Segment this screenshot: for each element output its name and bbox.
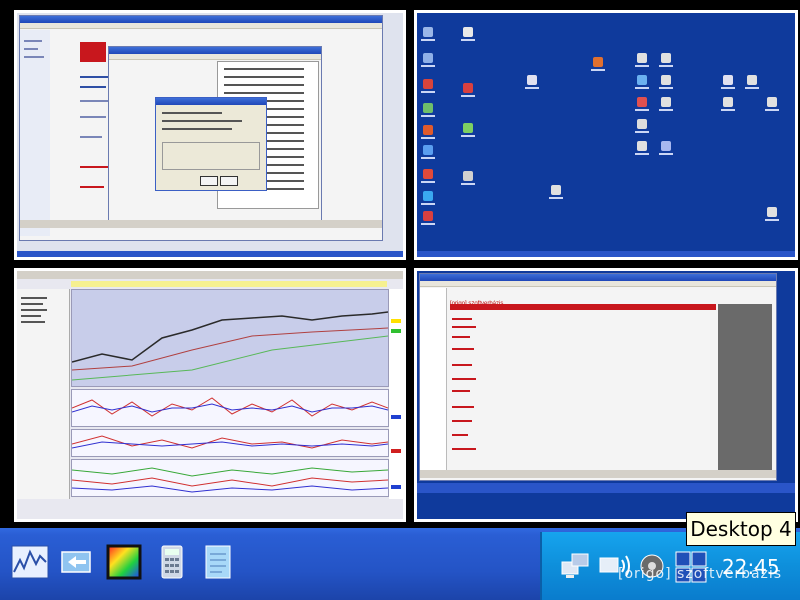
status-bar (20, 220, 382, 228)
desktop-icon[interactable] (659, 97, 673, 111)
dialog-titlebar (156, 98, 266, 105)
desktop-grid: [origo] szoftverbázis (0, 0, 800, 528)
desktop-2-pane[interactable] (412, 8, 800, 262)
window-menubar (420, 281, 776, 287)
inner-app-window[interactable] (108, 46, 322, 224)
desktop-1-pane[interactable] (12, 8, 408, 262)
desktop-icon[interactable] (421, 53, 435, 67)
desktop-icon[interactable] (421, 211, 435, 225)
inner-menubar (109, 54, 321, 60)
desktop-icon[interactable] (421, 169, 435, 183)
dialog-box[interactable] (155, 97, 267, 191)
watermark: [origo] szoftverbázis (618, 566, 782, 582)
sidebar (420, 288, 447, 478)
desktop-icon[interactable] (461, 27, 475, 41)
status-bar (420, 470, 776, 478)
desktop-icon[interactable] (421, 145, 435, 159)
desktop-icon[interactable] (721, 75, 735, 89)
desktop-icon[interactable] (421, 191, 435, 205)
desktop-3-pane[interactable] (12, 266, 408, 524)
sidebar (20, 30, 50, 236)
symbol-list[interactable] (17, 289, 70, 499)
oscillator-chart-3[interactable] (71, 459, 389, 497)
price-axis (389, 289, 403, 499)
oscillator-chart-2[interactable] (71, 429, 389, 457)
desktop-icon[interactable] (461, 123, 475, 137)
desktop-icon[interactable] (421, 27, 435, 41)
desktop-icon[interactable] (745, 75, 759, 89)
desktop-icon[interactable] (765, 97, 779, 111)
options-group[interactable] (162, 142, 260, 170)
watermark-left: [origo] (618, 566, 672, 582)
spectrum-image-icon[interactable] (104, 542, 144, 582)
dialog-cancel-button[interactable] (220, 176, 238, 186)
desktop-icon[interactable] (549, 185, 563, 199)
inner-titlebar (109, 47, 321, 54)
network-computers-icon[interactable] (560, 550, 592, 582)
desktop-tooltip: Desktop 4 (686, 512, 796, 546)
desktop-4-pane[interactable]: [origo] szoftverbázis (412, 266, 800, 524)
desktop-icon[interactable] (635, 75, 649, 89)
stock-chart-icon[interactable] (10, 542, 50, 582)
desktop-icon[interactable] (659, 53, 673, 67)
desktop-icon[interactable] (421, 103, 435, 117)
desktop-icon[interactable] (721, 97, 735, 111)
desktop-icon[interactable] (635, 53, 649, 67)
browser-window-4[interactable]: [origo] szoftverbázis (419, 273, 777, 481)
desktop-icon[interactable] (525, 75, 539, 89)
mini-taskbar (17, 251, 403, 257)
desktop-icon[interactable] (421, 125, 435, 139)
desktop-icon[interactable] (635, 141, 649, 155)
browser-window[interactable] (19, 15, 383, 241)
price-chart[interactable] (71, 289, 389, 387)
app-toolbar (17, 271, 403, 279)
calculator-icon[interactable] (152, 542, 192, 582)
desktop-icon[interactable] (461, 83, 475, 97)
logo-block (80, 42, 106, 62)
right-ad-column (718, 304, 772, 476)
nav-bar[interactable] (450, 304, 716, 310)
desktop-icon[interactable] (461, 171, 475, 185)
desktop-icon[interactable] (635, 97, 649, 111)
window-titlebar (20, 16, 382, 23)
dialog-ok-button[interactable] (200, 176, 218, 186)
desktop-icon[interactable] (421, 79, 435, 93)
site-header: [origo] szoftverbázis (450, 292, 630, 307)
mini-taskbar (417, 483, 795, 493)
desktop-icon[interactable] (659, 75, 673, 89)
ticker-strip (71, 281, 387, 287)
oscillator-chart-1[interactable] (71, 389, 389, 427)
desktop-icon[interactable] (765, 207, 779, 221)
window-menubar (20, 23, 382, 29)
mini-taskbar (417, 251, 795, 257)
network-share-icon[interactable] (56, 542, 96, 582)
notepad-icon[interactable] (198, 542, 238, 582)
watermark-right: szoftverbázis (677, 566, 783, 582)
window-titlebar (420, 274, 776, 281)
desktop-icon[interactable] (659, 141, 673, 155)
desktop-icon[interactable] (591, 57, 605, 71)
desktop-icon[interactable] (635, 119, 649, 133)
